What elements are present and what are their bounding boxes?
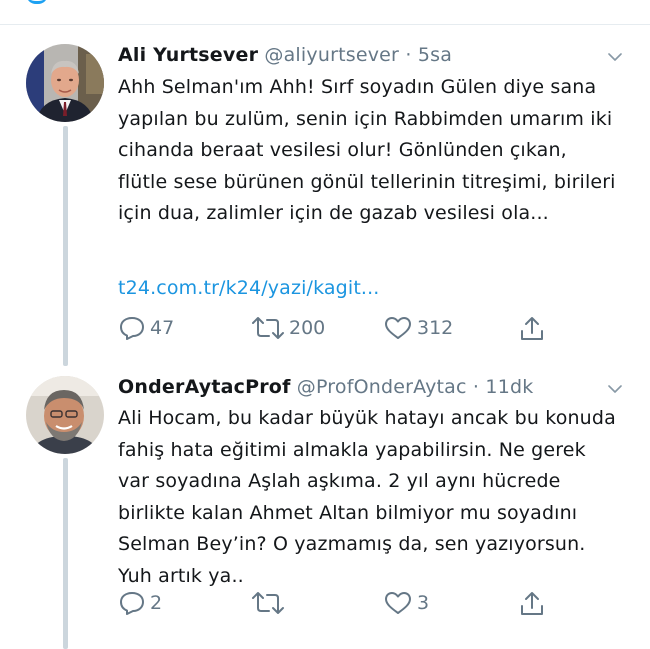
thread-line [63, 126, 68, 366]
retweet-icon [252, 317, 284, 339]
share-icon [521, 592, 543, 615]
header-separator: · [405, 44, 412, 66]
like-button[interactable]: 312 [383, 315, 453, 341]
reply-count: 47 [150, 317, 175, 339]
heart-icon [385, 317, 411, 339]
reply-icon [120, 317, 144, 340]
retweet-icon [252, 592, 284, 614]
reply-button[interactable]: 2 [118, 590, 162, 616]
retweet-button[interactable]: 200 [251, 315, 325, 341]
like-button[interactable]: 3 [383, 590, 429, 616]
tweet-header: Ali Yurtsever @aliyurtsever · 5sa [118, 44, 452, 66]
thread-line [63, 458, 68, 649]
tweet-menu-caret[interactable] [608, 49, 622, 63]
tweet-actions: 47 200 312 [118, 315, 558, 345]
reply-button[interactable]: 47 [118, 315, 174, 341]
header-separator: · [472, 376, 480, 398]
timestamp[interactable]: 5sa [418, 44, 452, 66]
heart-icon [385, 592, 411, 614]
retweet-count: 200 [289, 317, 326, 339]
tweet-header: OnderAytacProf @ProfOnderAytac · 11dk [118, 376, 533, 398]
avatar[interactable] [26, 44, 104, 122]
active-tab-indicator [26, 0, 48, 4]
avatar[interactable] [26, 376, 104, 454]
author-handle[interactable]: @ProfOnderAytac [297, 376, 467, 398]
share-button[interactable] [518, 315, 546, 343]
like-count: 312 [417, 317, 454, 339]
reply-count: 2 [150, 592, 163, 614]
top-divider [0, 24, 650, 25]
like-count: 3 [417, 592, 430, 614]
tweet-text: Ahh Selman'ım Ahh! Sırf soyadın Gülen di… [118, 76, 616, 224]
reply-icon [120, 592, 144, 615]
tweet-link[interactable]: t24.com.tr/k24/yazi/kagit... [118, 277, 380, 299]
share-icon [521, 317, 543, 340]
tweet-menu-caret[interactable] [608, 381, 622, 395]
author-handle[interactable]: @aliyurtsever [264, 44, 399, 66]
chevron-down-icon [608, 385, 622, 393]
chevron-down-icon [608, 53, 622, 61]
retweet-button[interactable] [251, 590, 289, 616]
share-button[interactable] [518, 590, 546, 618]
tweet-text: Ali Hocam, bu kadar büyük hatayı ancak b… [118, 407, 616, 587]
timestamp[interactable]: 11dk [485, 376, 533, 398]
tweet-actions: 2 3 [118, 590, 558, 620]
author-name[interactable]: Ali Yurtsever [118, 44, 258, 66]
author-name[interactable]: OnderAytacProf [118, 376, 291, 398]
